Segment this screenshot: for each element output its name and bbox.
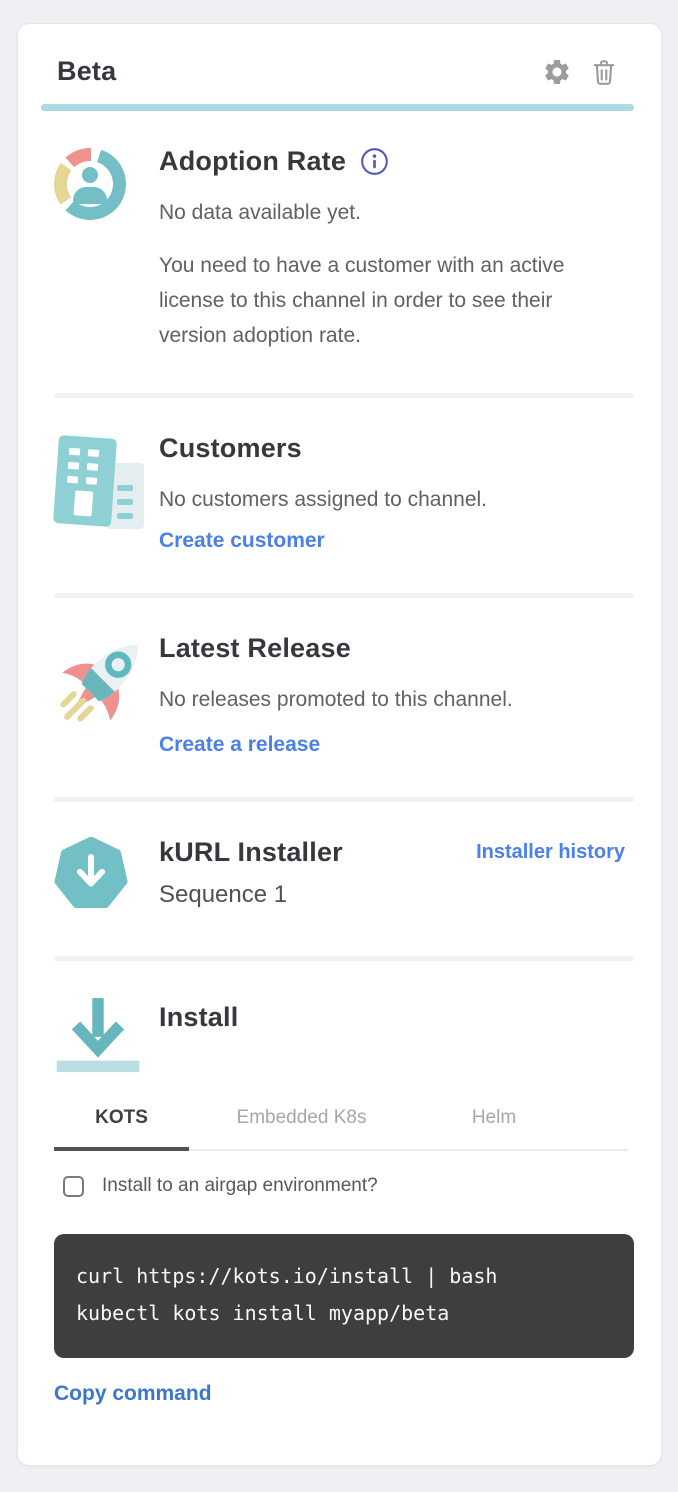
installer-history-link[interactable]: Installer history — [476, 841, 625, 864]
latest-release-section: Latest Release No releases promoted to t… — [18, 598, 661, 757]
rocket-icon — [54, 633, 148, 727]
channel-card-header: Beta — [18, 24, 661, 87]
copy-command-link[interactable]: Copy command — [54, 1382, 212, 1406]
install-tabs: KOTS Embedded K8s Helm — [54, 1107, 628, 1151]
command-line-2: kubectl kots install myapp/beta — [76, 1295, 614, 1332]
settings-gear-icon[interactable] — [542, 57, 572, 87]
kurl-installer-section: kURL Installer Installer history Sequenc… — [18, 802, 661, 916]
customers-section: Customers No customers assigned to chann… — [18, 398, 661, 553]
tab-kots[interactable]: KOTS — [54, 1107, 189, 1151]
latest-release-title: Latest Release — [159, 633, 625, 664]
person-head-shape — [82, 167, 98, 183]
channel-card: Beta Adoption Ra — [17, 23, 662, 1466]
command-line-1: curl https://kots.io/install | bash — [76, 1258, 614, 1295]
install-title: Install — [159, 1002, 625, 1033]
channel-actions — [542, 57, 619, 87]
download-arrow-icon — [54, 996, 142, 1076]
create-customer-link[interactable]: Create customer — [159, 529, 325, 553]
person-body-shape — [73, 187, 107, 204]
install-command-block: curl https://kots.io/install | bash kube… — [54, 1234, 634, 1358]
install-section: Install — [18, 961, 661, 1081]
airgap-checkbox[interactable] — [63, 1176, 84, 1197]
tab-helm[interactable]: Helm — [414, 1107, 574, 1151]
adoption-empty-description: You need to have a customer with an acti… — [159, 248, 625, 353]
buildings-icon — [54, 433, 149, 529]
tab-embedded-k8s[interactable]: Embedded K8s — [189, 1107, 414, 1151]
kurl-installer-title: kURL Installer — [159, 837, 343, 868]
installer-sequence: Sequence 1 — [159, 881, 625, 909]
delete-trash-icon[interactable] — [589, 57, 619, 87]
kurl-heptagon-download-icon — [54, 837, 128, 911]
customers-title: Customers — [159, 433, 625, 464]
release-empty-text: No releases promoted to this channel. — [159, 682, 625, 717]
adoption-rate-title: Adoption Rate — [159, 146, 346, 177]
customers-empty-text: No customers assigned to channel. — [159, 482, 625, 517]
adoption-donut-chart-icon — [54, 148, 126, 220]
channel-accent-bar — [41, 104, 634, 111]
info-icon[interactable] — [360, 147, 389, 176]
create-release-link[interactable]: Create a release — [159, 733, 320, 757]
channel-title: Beta — [57, 56, 116, 87]
airgap-option-row: Install to an airgap environment? — [63, 1175, 625, 1197]
adoption-rate-section: Adoption Rate No data available yet. You… — [18, 111, 661, 353]
adoption-empty-title: No data available yet. — [159, 195, 625, 230]
airgap-label: Install to an airgap environment? — [102, 1175, 378, 1197]
